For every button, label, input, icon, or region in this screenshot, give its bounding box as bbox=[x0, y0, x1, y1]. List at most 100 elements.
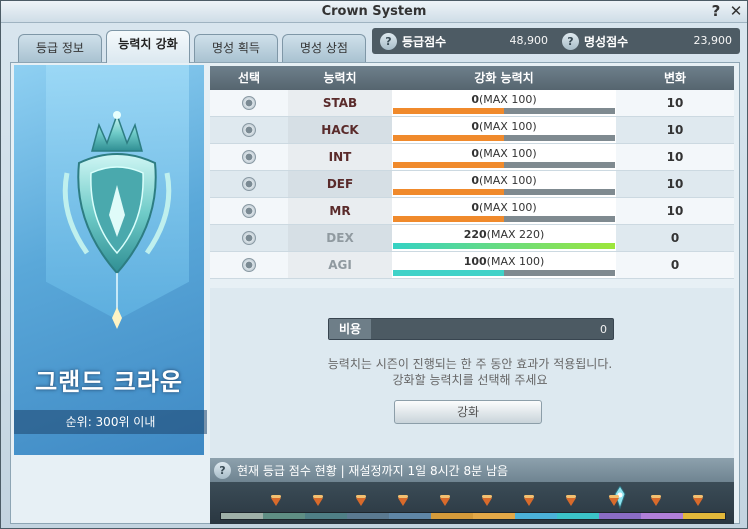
power-bar-fill bbox=[393, 189, 504, 195]
close-button[interactable]: ✕ bbox=[727, 2, 745, 20]
grade-score-label: 등급점수 bbox=[402, 34, 447, 49]
table-row[interactable]: DEF 0(MAX 100) 10 bbox=[210, 171, 734, 198]
change-value: 10 bbox=[666, 96, 684, 110]
power-max: (MAX 220) bbox=[486, 228, 545, 241]
stat-name: STAB bbox=[288, 90, 392, 116]
help-icon[interactable]: ? bbox=[214, 461, 231, 479]
power-text: 0(MAX 100) bbox=[392, 201, 616, 214]
upgrade-button[interactable]: 강화 bbox=[394, 400, 542, 424]
power-bar bbox=[393, 162, 615, 168]
table-row[interactable]: MR 0(MAX 100) 10 bbox=[210, 198, 734, 225]
stat-radio[interactable] bbox=[242, 96, 256, 110]
select-cell bbox=[210, 252, 288, 278]
stat-name: DEX bbox=[288, 225, 392, 251]
stat-radio[interactable] bbox=[242, 123, 256, 137]
stat-name: INT bbox=[288, 144, 392, 170]
stat-name: MR bbox=[288, 198, 392, 224]
track-segment bbox=[305, 513, 347, 519]
upgrade-notice: 능력치는 시즌이 진행되는 한 주 동안 효과가 적용됩니다. 강화할 능력치를… bbox=[230, 356, 710, 388]
stat-radio[interactable] bbox=[242, 258, 256, 272]
crown-emblem-icon bbox=[62, 111, 172, 329]
cost-box: 비용 0 bbox=[328, 318, 614, 340]
stat-radio[interactable] bbox=[242, 231, 256, 245]
header-select: 선택 bbox=[237, 71, 261, 85]
stat-radio[interactable] bbox=[242, 177, 256, 191]
power-bar bbox=[393, 270, 615, 276]
table-row[interactable]: AGI 100(MAX 100) 0 bbox=[210, 252, 734, 279]
power-bar bbox=[393, 189, 615, 195]
fame-score-value: 23,900 bbox=[693, 34, 733, 47]
stat-radio[interactable] bbox=[242, 204, 256, 218]
power-value: 100 bbox=[463, 255, 487, 268]
tier-marker-icon bbox=[482, 495, 492, 506]
help-icon[interactable]: ? bbox=[380, 32, 397, 50]
tier-marker-icon bbox=[397, 495, 408, 506]
change-value: 10 bbox=[666, 204, 684, 218]
select-cell bbox=[210, 171, 288, 197]
power-text: 0(MAX 100) bbox=[392, 174, 616, 187]
score-track bbox=[210, 482, 734, 524]
table-header: 선택 능력치 강화 능력치 변화 bbox=[210, 66, 734, 90]
tier-marker-icon bbox=[692, 495, 703, 506]
power-bar-fill bbox=[393, 162, 504, 168]
power-cell: 0(MAX 100) bbox=[392, 198, 616, 224]
stat-radio[interactable] bbox=[242, 150, 256, 164]
power-bar-fill bbox=[393, 108, 504, 114]
power-bar bbox=[393, 216, 615, 222]
power-text: 0(MAX 100) bbox=[392, 147, 616, 160]
power-value: 0 bbox=[471, 174, 479, 187]
rank-position: 순위: 300위 이내 bbox=[14, 410, 207, 434]
tier-marker-icon bbox=[355, 495, 366, 506]
notice-line-2: 강화할 능력치를 선택해 주세요 bbox=[392, 373, 548, 387]
track-segment bbox=[221, 513, 263, 519]
change-value: 10 bbox=[666, 177, 684, 191]
tab-fame-shop[interactable]: 명성 상점 bbox=[282, 34, 366, 62]
power-max: (MAX 100) bbox=[479, 93, 537, 106]
power-cell: 0(MAX 100) bbox=[392, 144, 616, 170]
tab-stat-upgrade[interactable]: 능력치 강화 bbox=[106, 30, 190, 63]
notice-line-1: 능력치는 시즌이 진행되는 한 주 동안 효과가 적용됩니다. bbox=[327, 357, 613, 371]
table-row[interactable]: HACK 0(MAX 100) 10 bbox=[210, 117, 734, 144]
power-cell: 220(MAX 220) bbox=[392, 225, 616, 251]
power-max: (MAX 100) bbox=[479, 174, 537, 187]
power-cell: 100(MAX 100) bbox=[392, 252, 616, 278]
power-cell: 0(MAX 100) bbox=[392, 117, 616, 143]
track-segment bbox=[641, 513, 683, 519]
table-row[interactable]: DEX 220(MAX 220) 0 bbox=[210, 225, 734, 252]
stat-name: HACK bbox=[288, 117, 392, 143]
tab-grade-info[interactable]: 등급 정보 bbox=[18, 34, 102, 62]
track-segment bbox=[347, 513, 389, 519]
tab-fame-acquire[interactable]: 명성 획득 bbox=[194, 34, 278, 62]
select-cell bbox=[210, 225, 288, 251]
power-text: 0(MAX 100) bbox=[392, 93, 616, 106]
tier-marker-icon bbox=[608, 495, 619, 506]
title-bar: Crown System ? ✕ bbox=[1, 1, 747, 23]
header-change: 변화 bbox=[663, 71, 687, 85]
select-cell bbox=[210, 144, 288, 170]
fame-score: ? 명성점수 bbox=[562, 31, 628, 51]
power-bar bbox=[393, 108, 615, 114]
tier-marker-icon bbox=[566, 495, 577, 506]
fame-score-label: 명성점수 bbox=[584, 34, 629, 49]
stat-name: AGI bbox=[288, 252, 392, 278]
table-row[interactable]: INT 0(MAX 100) 10 bbox=[210, 144, 734, 171]
tier-marker-icon bbox=[524, 495, 535, 506]
track-segment bbox=[473, 513, 515, 519]
power-max: (MAX 100) bbox=[479, 120, 537, 133]
track-segment bbox=[599, 513, 641, 519]
power-bar-fill bbox=[393, 216, 504, 222]
power-bar bbox=[393, 135, 615, 141]
stat-name: DEF bbox=[288, 171, 392, 197]
help-button[interactable]: ? bbox=[707, 2, 725, 20]
table-row[interactable]: STAB 0(MAX 100) 10 bbox=[210, 90, 734, 117]
change-value: 10 bbox=[666, 123, 684, 137]
change-value: 10 bbox=[666, 150, 684, 164]
power-cell: 0(MAX 100) bbox=[392, 90, 616, 116]
tier-marker-icon bbox=[439, 495, 450, 506]
power-bar-fill bbox=[393, 135, 504, 141]
tier-marker-icon bbox=[650, 495, 661, 506]
header-power: 강화 능력치 bbox=[474, 71, 534, 85]
power-bar-fill bbox=[393, 270, 504, 276]
help-icon[interactable]: ? bbox=[562, 32, 579, 50]
power-text: 220(MAX 220) bbox=[392, 228, 616, 241]
